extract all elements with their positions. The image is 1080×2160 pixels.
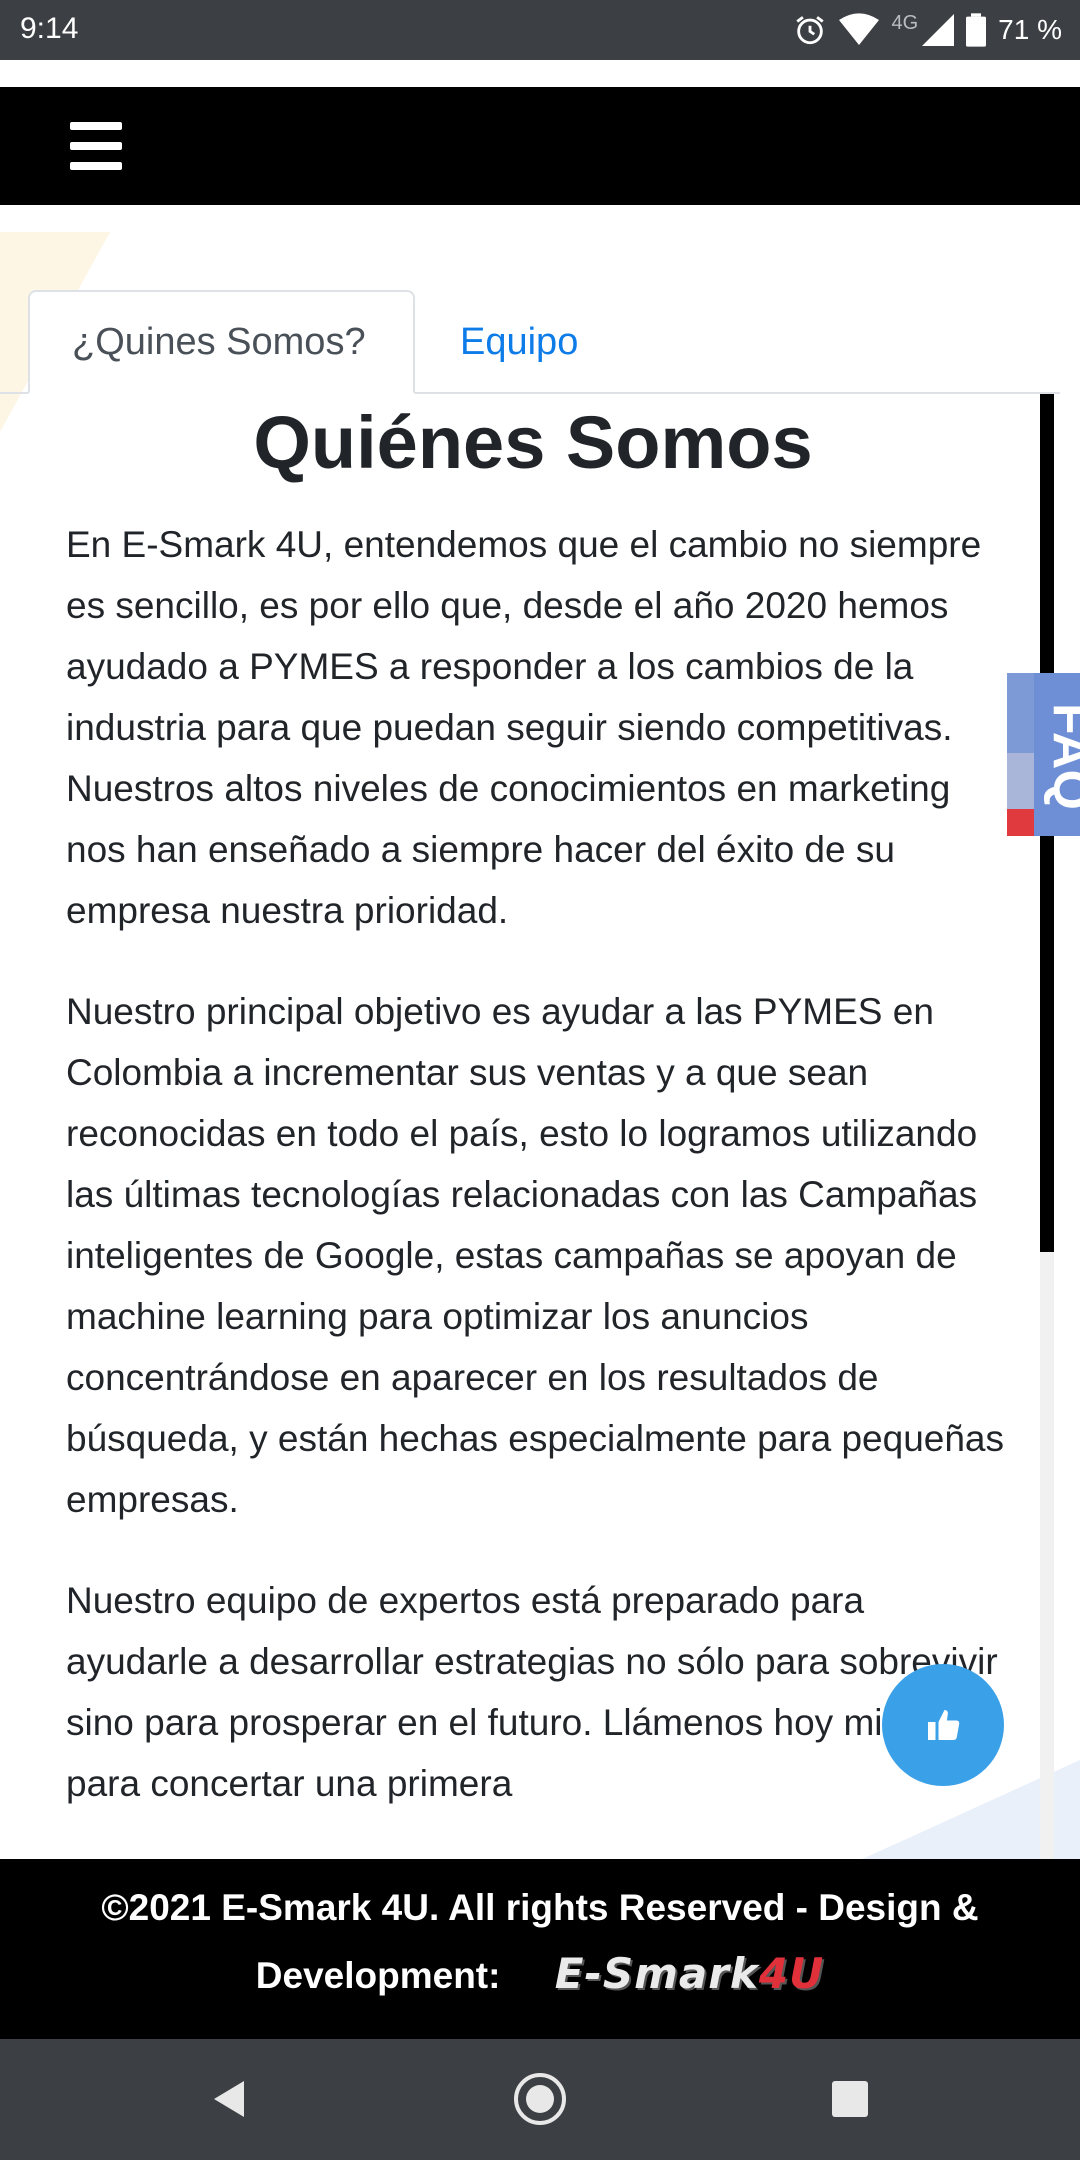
tab-content: Quiénes Somos En E-Smark 4U, entendemos …: [28, 394, 1038, 1859]
footer-logo[interactable]: E-Smark4U: [555, 1949, 824, 1998]
footer-copyright: ©2021 E-Smark 4U. All rights Reserved - …: [101, 1887, 979, 1928]
android-nav-bar: [0, 2039, 1080, 2160]
wifi-icon: [839, 13, 880, 46]
alarm-icon: [796, 16, 825, 45]
recents-square-icon[interactable]: [820, 2069, 880, 2129]
faq-label: FAQ: [1042, 703, 1080, 810]
page-title: Quiénes Somos: [253, 401, 813, 484]
faq-side-tab[interactable]: FAQ: [1007, 673, 1080, 836]
hamburger-menu-icon[interactable]: [70, 122, 122, 170]
thumbs-up-icon: [928, 1710, 960, 1740]
tab-equipo[interactable]: Equipo: [418, 290, 620, 394]
battery-percent: 71 %: [998, 14, 1062, 45]
paragraph: Nuestro equipo de expertos está preparad…: [66, 1580, 998, 1804]
back-triangle-icon[interactable]: [200, 2069, 260, 2129]
logo-accent: 4U: [758, 1949, 825, 1998]
status-time: 9:14: [20, 12, 79, 45]
paragraph: Nuestro principal objetivo es ayudar a l…: [66, 991, 1005, 1520]
footer: ©2021 E-Smark 4U. All rights Reserved - …: [0, 1859, 1080, 2039]
footer-development-label: Development:: [255, 1955, 501, 1996]
signal-icon: [922, 14, 955, 46]
top-navbar: [0, 87, 1080, 205]
logo-text: E-Smark: [554, 1949, 759, 1998]
tab-bar: ¿Quines Somos? Equipo: [0, 290, 1080, 394]
status-icons: 4G 71 %: [793, 10, 1062, 50]
status-bar: 9:14 4G 71 %: [0, 0, 1080, 60]
paragraph: En E-Smark 4U, entendemos que el cambio …: [66, 524, 982, 931]
like-button[interactable]: [882, 1664, 1004, 1786]
footer-credit: Development: E-Smark4U: [0, 1949, 1080, 1998]
tab-quienes-somos[interactable]: ¿Quines Somos?: [28, 290, 415, 394]
network-type: 4G: [891, 12, 919, 34]
battery-icon: [966, 13, 987, 47]
home-circle-icon[interactable]: [510, 2069, 570, 2129]
